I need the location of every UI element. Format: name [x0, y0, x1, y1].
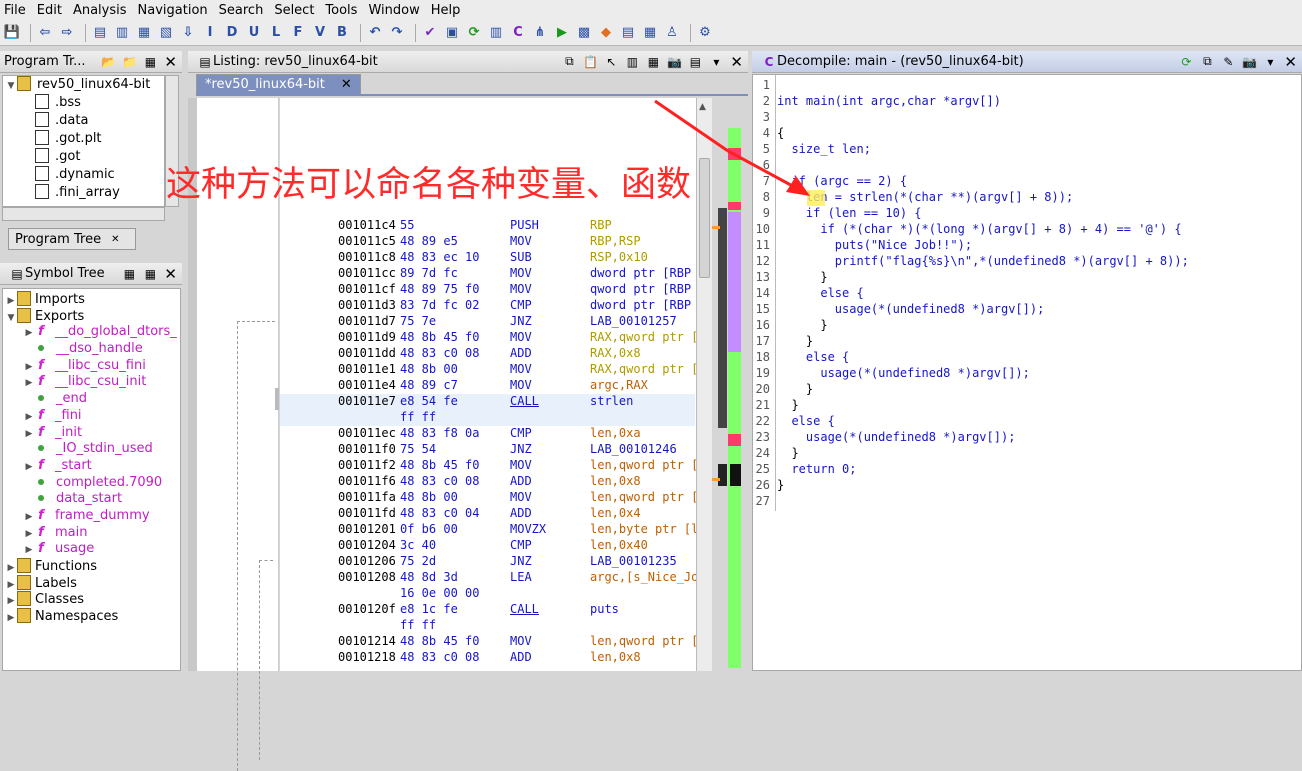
annotation-arrow-line-2: [727, 149, 801, 192]
annotation-overlay: [654, 99, 810, 196]
annotation-arrow-line-1: [654, 99, 729, 153]
annotation-text: 这种方法可以命名各种变量、函数: [166, 165, 692, 205]
